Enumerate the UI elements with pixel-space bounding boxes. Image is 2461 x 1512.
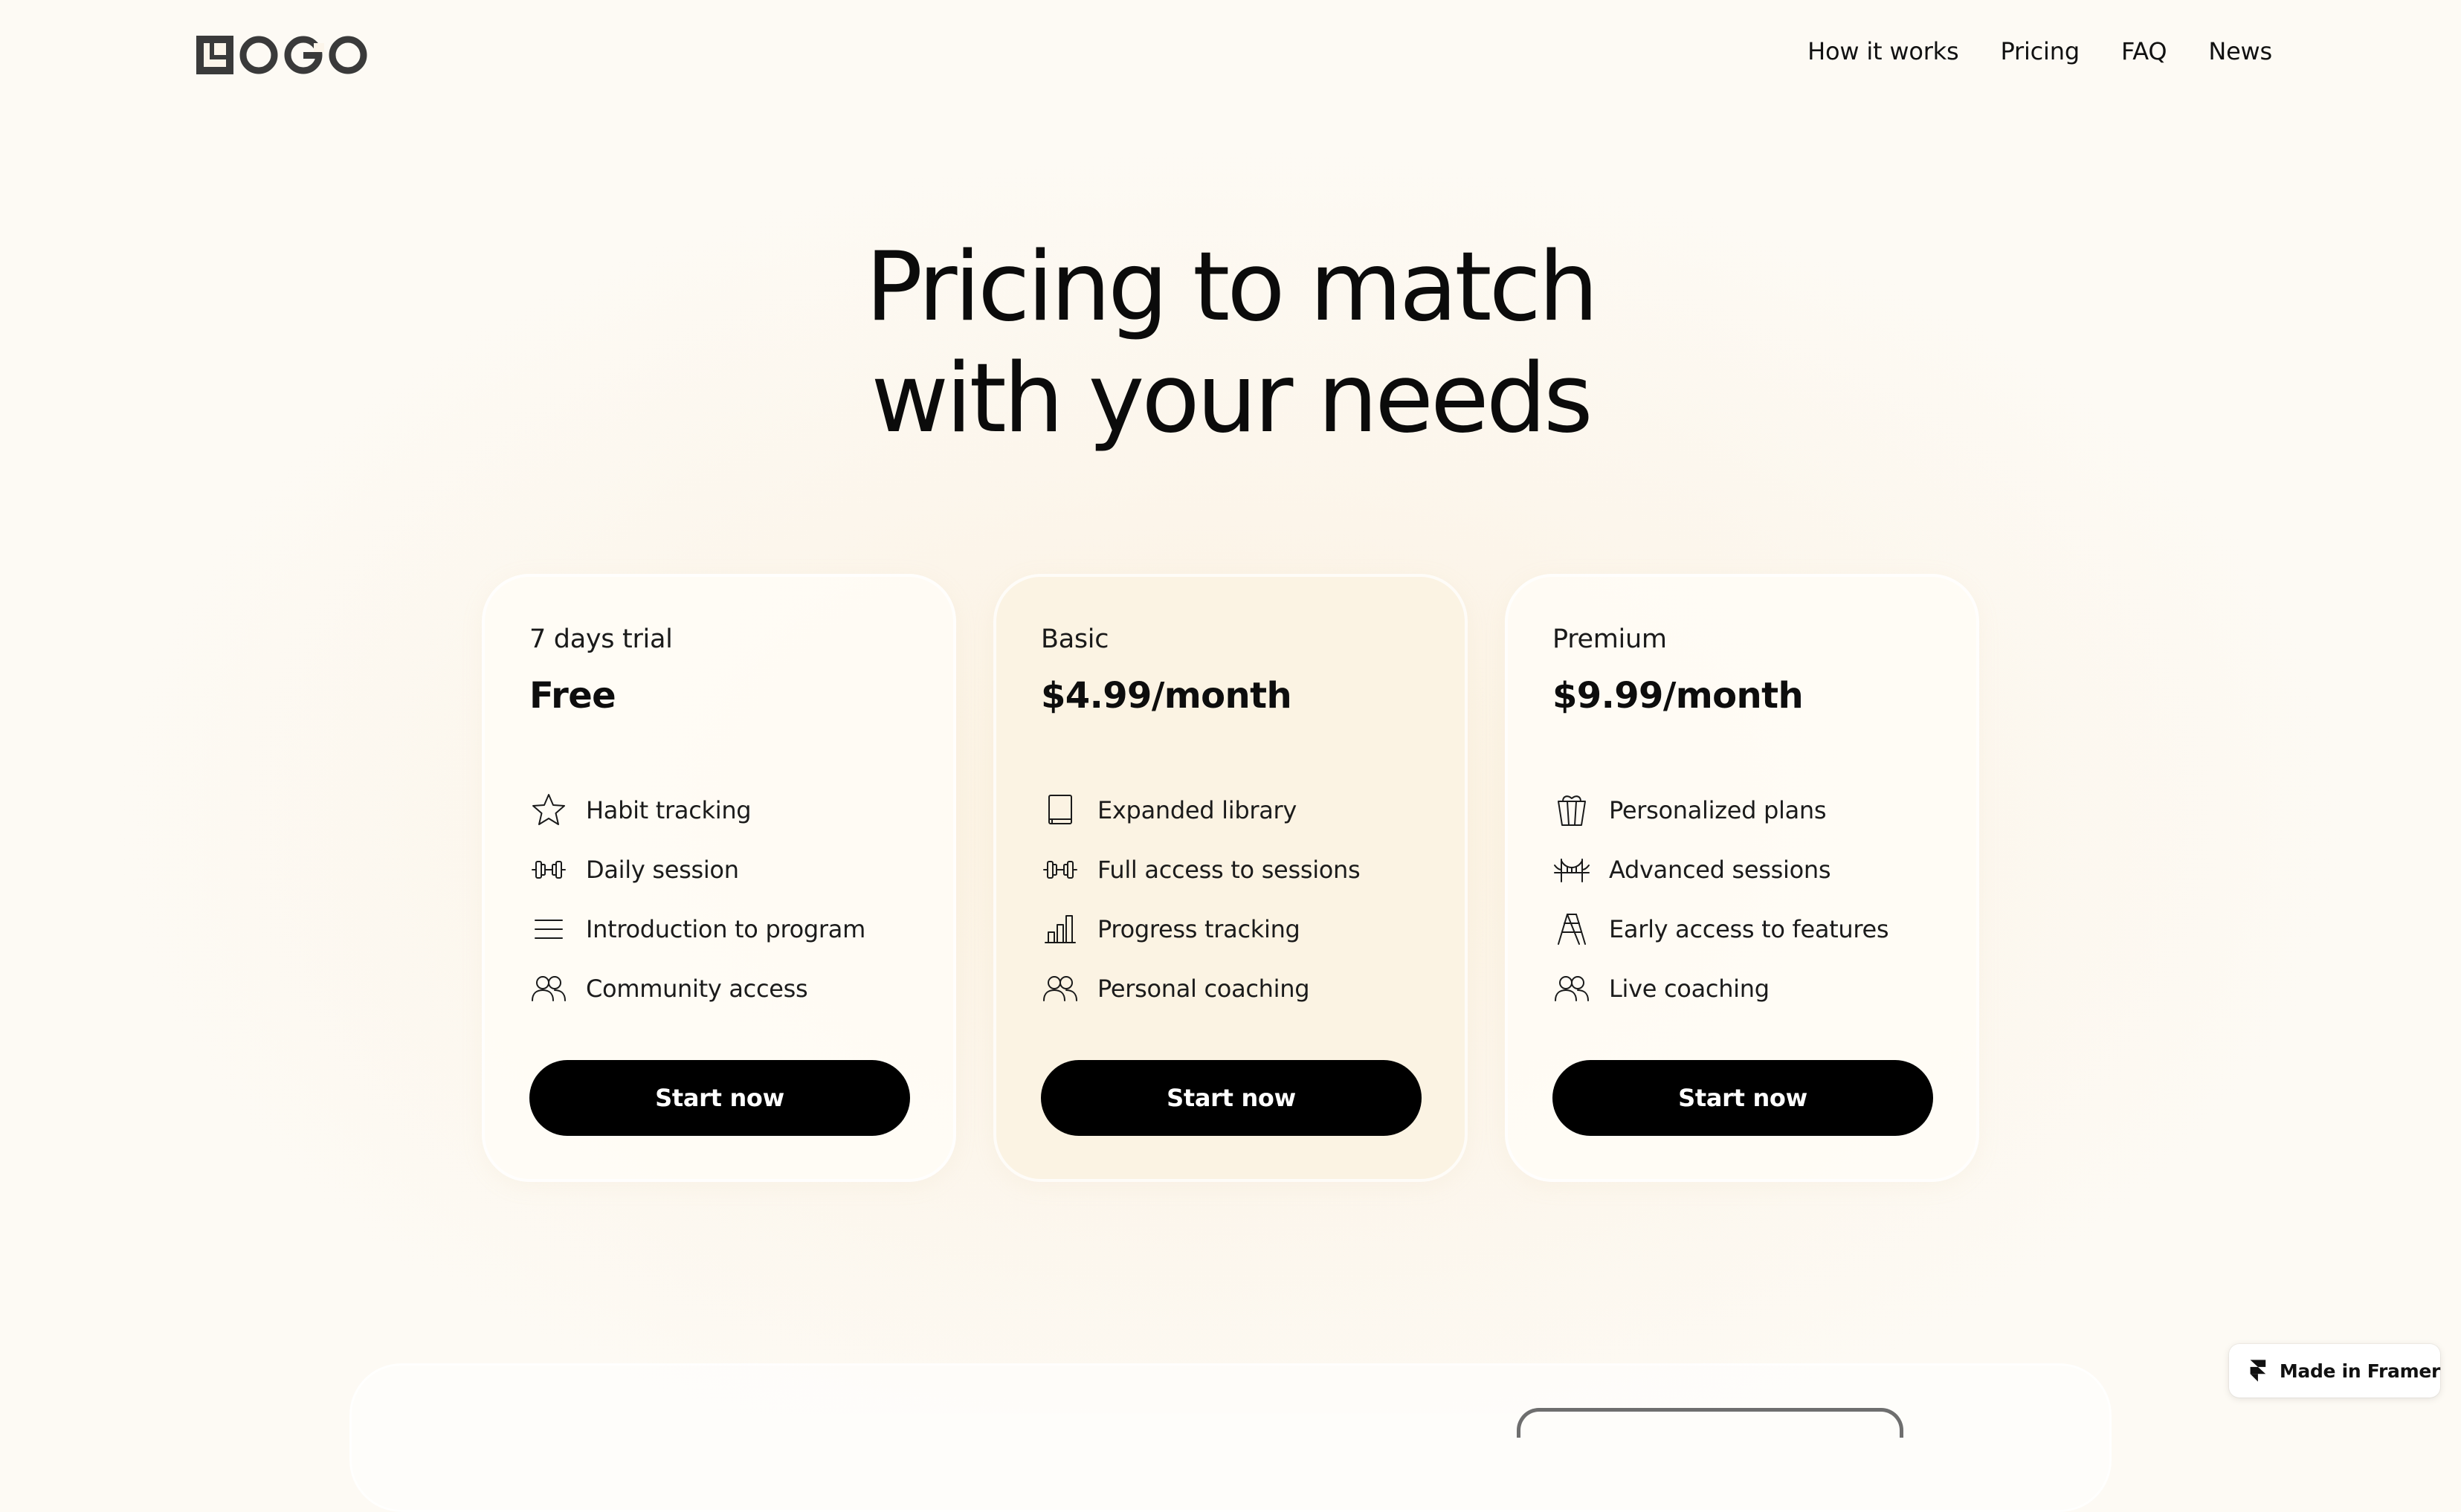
plan-name: Premium bbox=[1552, 624, 1667, 654]
made-in-framer-label: Made in Framer bbox=[2279, 1360, 2440, 1382]
feature-item: Personal coaching bbox=[1041, 959, 1360, 1018]
feature-label: Introduction to program bbox=[586, 915, 865, 943]
feature-item: Advanced sessions bbox=[1552, 840, 1889, 899]
bridge-icon bbox=[1552, 850, 1591, 889]
nav-how-it-works[interactable]: How it works bbox=[1807, 37, 1959, 65]
dumbbell-icon bbox=[1041, 850, 1080, 889]
feature-list: Personalized plans Advanced sessions Ear… bbox=[1552, 781, 1889, 1018]
framer-icon bbox=[2250, 1360, 2266, 1382]
start-now-button[interactable]: Start now bbox=[1041, 1060, 1422, 1136]
page-title-line-2: with your needs bbox=[871, 343, 1593, 454]
feature-list: Expanded library Full access to sessions… bbox=[1041, 781, 1361, 1018]
feature-list: Habit tracking Daily session Introductio… bbox=[529, 781, 865, 1018]
plan-name: Basic bbox=[1041, 624, 1109, 654]
feature-item: Habit tracking bbox=[529, 781, 865, 840]
next-section-panel bbox=[349, 1363, 2112, 1512]
feature-label: Progress tracking bbox=[1097, 915, 1300, 943]
feature-label: Early access to features bbox=[1609, 915, 1889, 943]
feature-label: Full access to sessions bbox=[1097, 856, 1361, 884]
users-icon bbox=[1041, 969, 1080, 1008]
feature-label: Live coaching bbox=[1609, 975, 1770, 1003]
main-nav: How it works Pricing FAQ News bbox=[1807, 37, 2272, 65]
feature-item: Live coaching bbox=[1552, 959, 1889, 1018]
feature-item: Introduction to program bbox=[529, 899, 865, 959]
gift-basket-icon bbox=[1552, 791, 1591, 830]
feature-label: Habit tracking bbox=[586, 796, 752, 824]
page-title: Pricing to match with your needs bbox=[0, 232, 2461, 455]
feature-label: Community access bbox=[586, 975, 808, 1003]
feature-item: Progress tracking bbox=[1041, 899, 1360, 959]
star-icon bbox=[529, 791, 568, 830]
feature-label: Personal coaching bbox=[1097, 975, 1310, 1003]
plan-price: Free bbox=[529, 675, 616, 717]
feature-label: Personalized plans bbox=[1609, 796, 1827, 824]
plan-name: 7 days trial bbox=[529, 624, 673, 654]
pricing-cards: 7 days trial Free Habit tracking Daily s… bbox=[482, 574, 1979, 1182]
feature-label: Advanced sessions bbox=[1609, 856, 1831, 884]
feature-item: Personalized plans bbox=[1552, 781, 1889, 840]
device-mockup-edge bbox=[1517, 1408, 1903, 1438]
bar-chart-icon bbox=[1041, 910, 1080, 949]
start-now-button[interactable]: Start now bbox=[529, 1060, 910, 1136]
page-title-line-1: Pricing to match bbox=[865, 232, 1599, 343]
plan-price: $9.99/month bbox=[1552, 675, 1804, 717]
feature-item: Full access to sessions bbox=[1041, 840, 1361, 899]
start-now-button[interactable]: Start now bbox=[1552, 1060, 1933, 1136]
nav-faq[interactable]: FAQ bbox=[2121, 37, 2167, 65]
made-in-framer-badge[interactable]: Made in Framer bbox=[2229, 1344, 2440, 1398]
book-icon bbox=[1041, 791, 1080, 830]
site-header: How it works Pricing FAQ News bbox=[0, 0, 2461, 112]
dumbbell-icon bbox=[529, 850, 568, 889]
pricing-card-premium: Premium $9.99/month Personalized plans A… bbox=[1505, 574, 1979, 1182]
users-icon bbox=[529, 969, 568, 1008]
nav-news[interactable]: News bbox=[2208, 37, 2272, 65]
menu-lines-icon bbox=[529, 910, 568, 949]
nav-pricing[interactable]: Pricing bbox=[2000, 37, 2080, 65]
feature-item: Early access to features bbox=[1552, 899, 1889, 959]
logo[interactable] bbox=[195, 34, 367, 76]
plan-price: $4.99/month bbox=[1041, 675, 1292, 717]
feature-item: Expanded library bbox=[1041, 781, 1360, 840]
ladder-icon bbox=[1552, 910, 1591, 949]
feature-label: Daily session bbox=[586, 856, 739, 884]
pricing-card-basic: Basic $4.99/month Expanded library Full … bbox=[993, 574, 1468, 1182]
feature-label: Expanded library bbox=[1097, 796, 1297, 824]
users-icon bbox=[1552, 969, 1591, 1008]
feature-item: Daily session bbox=[529, 840, 865, 899]
feature-item: Community access bbox=[529, 959, 865, 1018]
pricing-card-trial: 7 days trial Free Habit tracking Daily s… bbox=[482, 574, 956, 1182]
